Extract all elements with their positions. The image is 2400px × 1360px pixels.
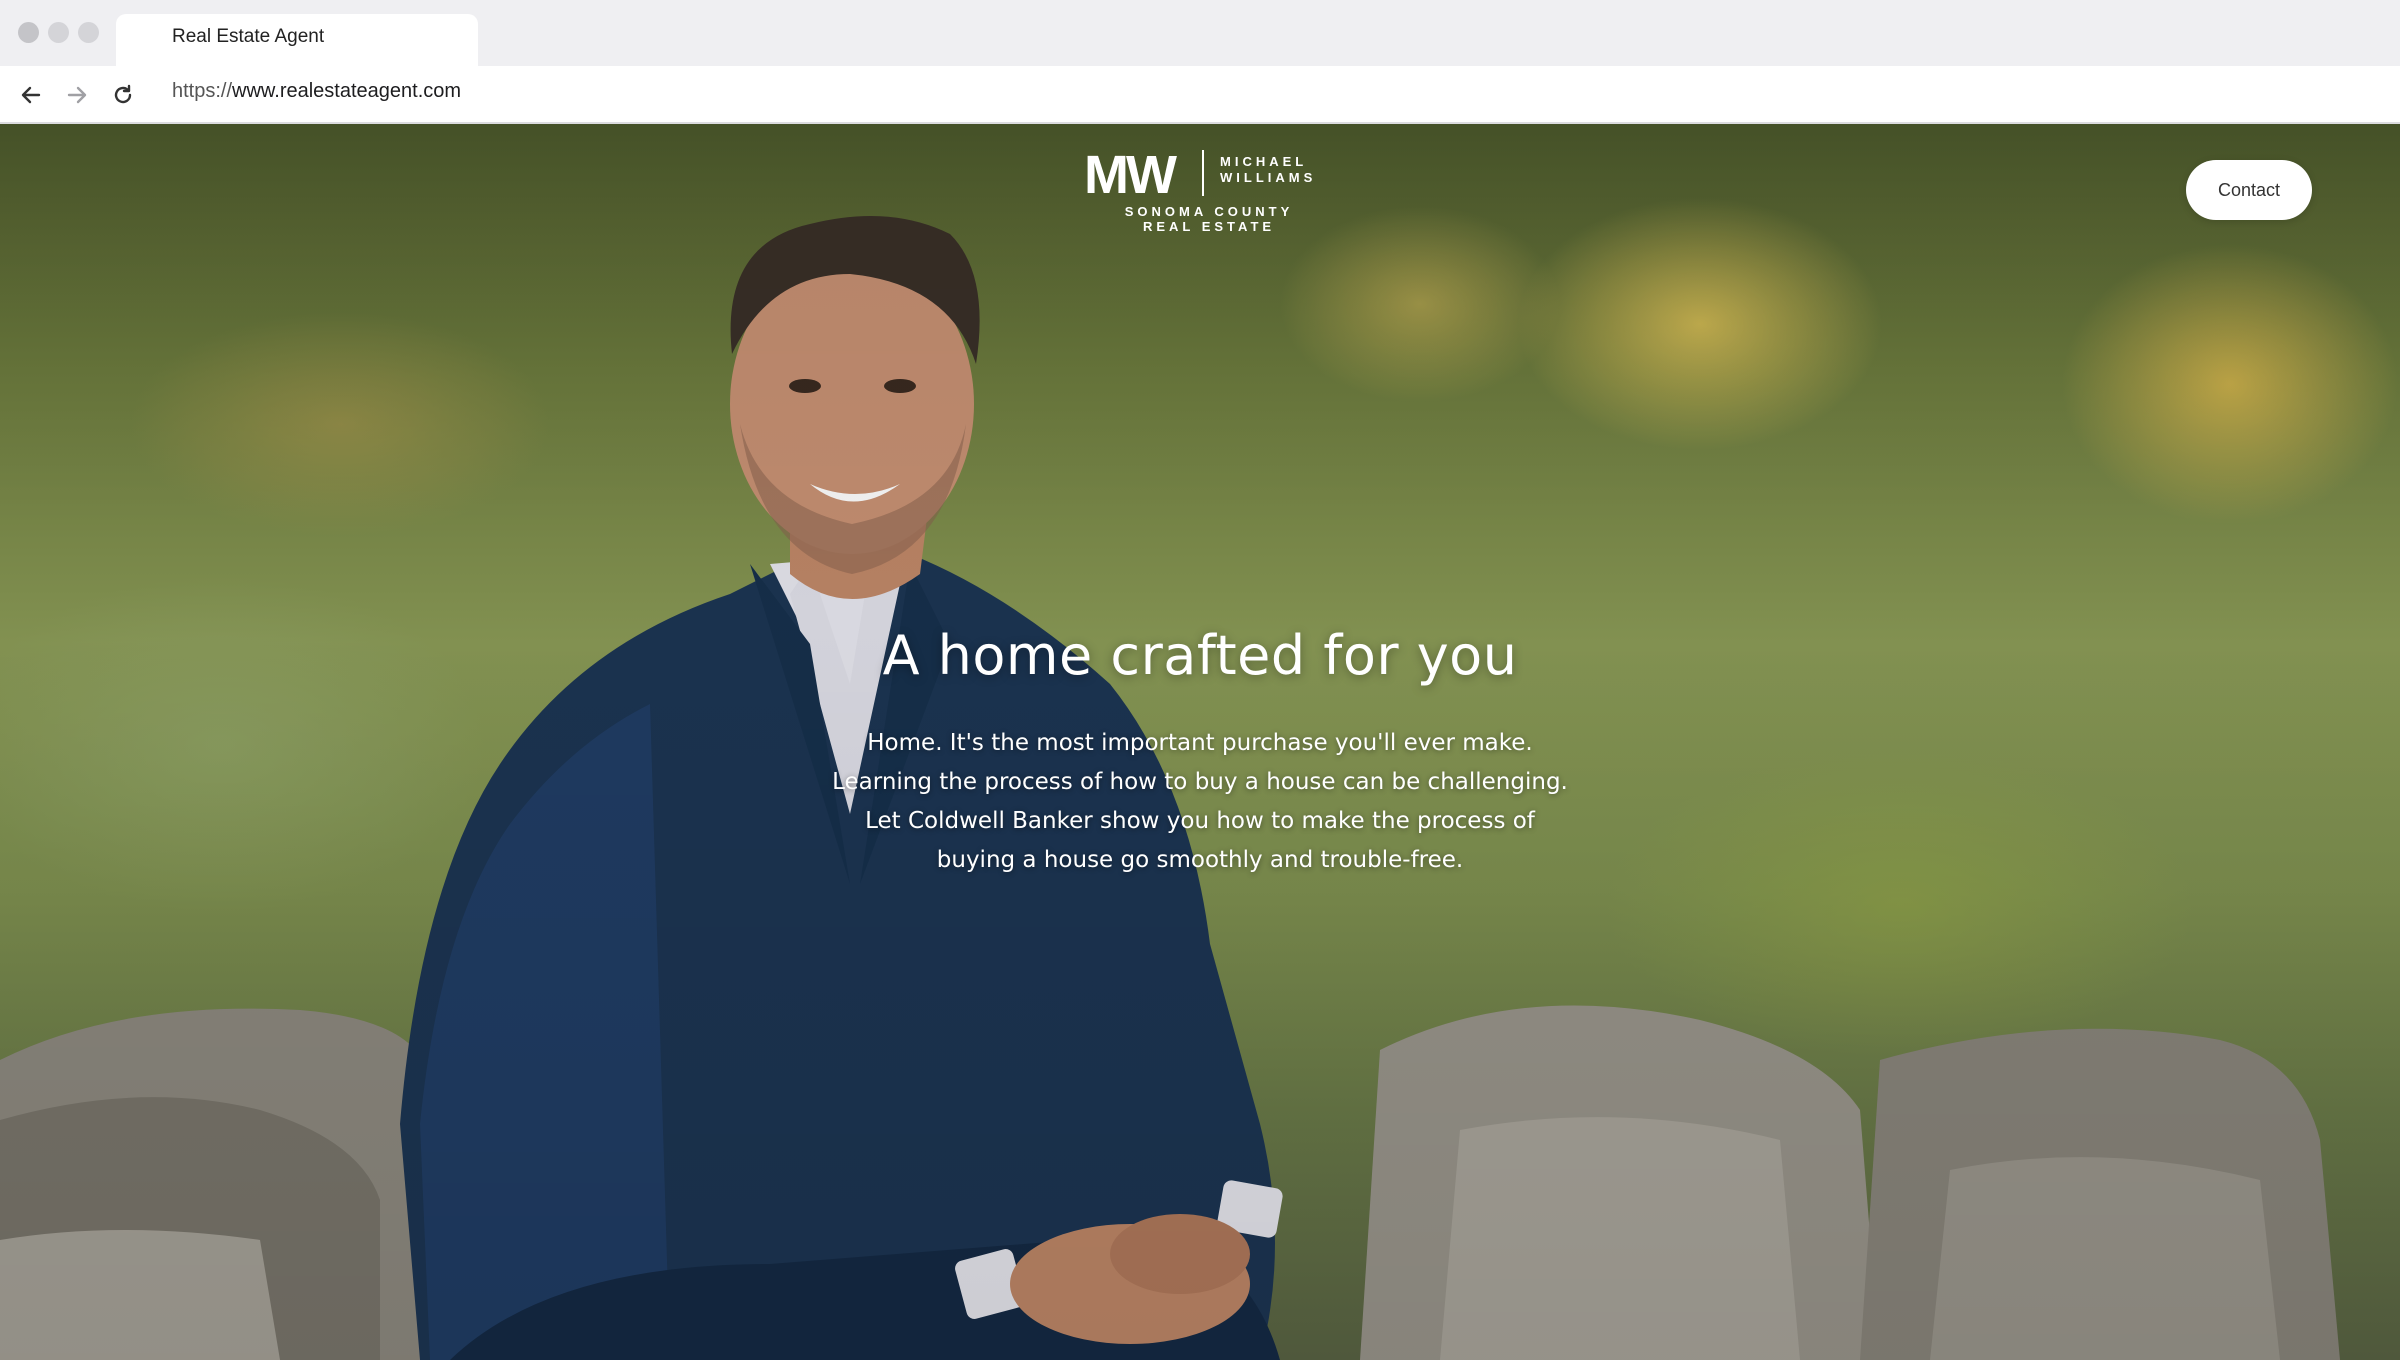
logo-tagline: SONOMA COUNTY REAL ESTATE [1124, 204, 1294, 234]
hero-body-line: Home. It's the most important purchase y… [867, 730, 1533, 756]
hero-body: Home. It's the most important purchase y… [780, 724, 1620, 880]
logo-tagline-line2: REAL ESTATE [1142, 219, 1276, 234]
hero-body-line: Let Coldwell Banker show you how to make… [865, 808, 1535, 834]
hero-headline: A home crafted for you [882, 624, 1518, 687]
hero-body-line: Learning the process of how to buy a hou… [832, 769, 1568, 795]
reload-icon [114, 84, 132, 104]
logo-divider [1202, 150, 1204, 196]
tab-title: Real Estate Agent [172, 26, 325, 47]
browser-tab[interactable]: Real Estate Agent [116, 14, 478, 66]
browser-tab-bar: Real Estate Agent [0, 0, 2400, 66]
close-window-button[interactable] [18, 22, 39, 43]
arrow-right-icon [67, 86, 87, 104]
contact-button[interactable]: Contact [2186, 160, 2312, 220]
logo-name-last: WILLIAMS [1220, 170, 1317, 185]
url-field[interactable]: https://www.realestateagent.com [172, 80, 461, 103]
forward-button[interactable] [60, 78, 94, 112]
brand-logo[interactable]: MW MICHAEL WILLIAMS SONOMA COUNTY REAL E… [1084, 148, 1316, 244]
maximize-window-button[interactable] [78, 22, 99, 43]
minimize-window-button[interactable] [48, 22, 69, 43]
logo-name-first: MICHAEL [1220, 154, 1308, 169]
back-button[interactable] [14, 78, 48, 112]
logo-tagline-line1: SONOMA COUNTY [1124, 204, 1294, 219]
url-protocol: https:// [172, 80, 233, 102]
reload-button[interactable] [106, 78, 140, 112]
logo-name: MICHAEL WILLIAMS [1220, 154, 1330, 186]
hero-body-line: buying a house go smoothly and trouble-f… [936, 847, 1464, 873]
hero-section: MW MICHAEL WILLIAMS SONOMA COUNTY REAL E… [0, 124, 2400, 1360]
logo-monogram: MW [1084, 145, 1177, 205]
address-bar: https://www.realestateagent.com [0, 66, 2400, 124]
url-host: www.realestateagent.com [232, 80, 462, 102]
arrow-left-icon [21, 86, 41, 104]
